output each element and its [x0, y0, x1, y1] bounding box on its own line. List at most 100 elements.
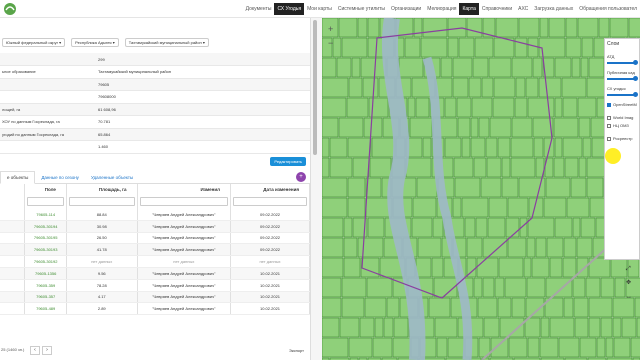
satellite-fields-map[interactable] — [322, 18, 640, 360]
layer-ncomz[interactable]: НЦ ОМЗ — [607, 123, 637, 128]
field-parcel — [572, 277, 586, 298]
opacity-slider[interactable] — [607, 92, 638, 97]
opacity-slider[interactable] — [607, 60, 638, 65]
field-parcel — [488, 197, 508, 218]
zoom-in-icon[interactable]: + — [328, 22, 333, 36]
field-parcel — [458, 37, 475, 58]
nav-agri-land[interactable]: СХ Угодья — [274, 3, 305, 15]
layer-openstreetmap[interactable]: OpenStreetM — [607, 102, 637, 107]
field-parcel — [574, 317, 589, 338]
main-nav: Документы СХ Угодья Мои карты Системные … — [243, 3, 640, 15]
field-parcel — [405, 157, 432, 178]
table-row[interactable]: 79605-30195 26.50 "Чевряев Андрей Александ… — [0, 232, 310, 245]
table-row[interactable]: 79605-359 78.28 "Чевряев Андрей Александро… — [0, 279, 310, 292]
area-filter-input[interactable] — [68, 196, 135, 206]
field-parcel — [322, 117, 339, 138]
tab-deleted-objects[interactable]: Удаленные объекты — [85, 175, 139, 183]
export-button[interactable]: Экспорт — [289, 348, 304, 353]
field-parcel — [329, 157, 353, 178]
edit-button[interactable]: Редактировать — [270, 156, 306, 166]
nav-ahs[interactable]: АХС — [515, 3, 531, 15]
map-view[interactable] — [322, 18, 640, 360]
table-row[interactable]: 79605-30193 41.78 "Чевряев Андрей Александ… — [0, 243, 310, 257]
field-parcel — [527, 97, 555, 118]
field-parcel — [535, 237, 547, 258]
field-filter-input[interactable] — [27, 196, 64, 206]
field-parcel — [473, 157, 487, 178]
filter-municipality[interactable]: Тахтамукайский муниципальный район ▾ — [124, 37, 209, 47]
add-icon[interactable]: + — [296, 171, 306, 182]
layer-cadastral[interactable]: Публичная кад — [607, 70, 638, 81]
tab-season-data[interactable]: Данные по сезону — [35, 175, 85, 183]
field-parcel — [526, 277, 546, 298]
nav-my-maps[interactable]: Мои карты — [304, 3, 335, 15]
field-parcel — [571, 57, 581, 78]
field-parcel — [409, 117, 433, 138]
layer-agri-land[interactable]: СХ угодья — [607, 86, 638, 97]
tab-objects[interactable]: е объекты — [0, 170, 36, 184]
field-parcel — [343, 237, 358, 258]
pan-icon[interactable]: ✥ — [626, 276, 632, 290]
expand-icon[interactable]: ⤢ — [626, 262, 632, 276]
scrollbar[interactable] — [313, 20, 317, 155]
filter-district[interactable]: Южный федеральный округ ▾ — [2, 37, 66, 47]
object-tabs: е объекты Данные по сезону Удаленные объ… — [0, 170, 310, 184]
zoom-out-icon[interactable]: − — [328, 36, 333, 50]
nav-user-requests[interactable]: Обращения пользовател — [576, 3, 640, 15]
table-row[interactable]: 79605-30194 30.98 "Чевряев Андрей Александ… — [0, 220, 310, 233]
checkbox[interactable] — [607, 115, 611, 120]
field-parcel — [367, 217, 385, 238]
col-area[interactable]: Площадь, га — [66, 183, 138, 196]
field-parcel — [346, 97, 369, 118]
prev-page-button[interactable]: ‹ — [30, 346, 40, 355]
field-parcel — [585, 277, 601, 298]
layers-title: Слои — [607, 41, 620, 47]
checkbox[interactable] — [607, 123, 611, 128]
field-parcel — [577, 97, 597, 118]
field-parcel — [573, 297, 589, 318]
field-parcel — [422, 137, 432, 158]
layer-world-imagery[interactable]: World Imag — [607, 115, 637, 120]
field-parcel — [510, 137, 534, 158]
col-change-date[interactable]: Дата изменения — [230, 183, 310, 196]
field-parcel — [452, 57, 473, 78]
layer-atd[interactable]: АТД — [607, 54, 638, 65]
field-parcel — [420, 37, 448, 58]
field-parcel — [468, 77, 482, 98]
field-parcel — [322, 297, 342, 318]
table-row[interactable]: 79605-357 4.17 "Чевряев Андрей Александров… — [0, 291, 310, 304]
table-row[interactable]: 79605-489 2.89 "Чевряев Андрей Александров… — [0, 302, 310, 316]
field-parcel — [322, 77, 349, 98]
table-row[interactable]: 79605-114 88.84 "Чевряев Андрей Александро… — [0, 208, 310, 221]
field-parcel — [412, 197, 437, 218]
table-row[interactable]: 79605-1356 9.56 "Чевряев Андрей Александро… — [0, 267, 310, 280]
next-page-button[interactable]: › — [42, 346, 52, 355]
nav-melioration[interactable]: Мелиорация — [424, 3, 459, 15]
table-row[interactable]: 79605-30192 нет данных нет данных нет данны… — [0, 255, 310, 268]
nav-organizations[interactable]: Организации — [388, 3, 424, 15]
nav-documents[interactable]: Документы — [243, 3, 275, 15]
date-filter-input[interactable] — [233, 196, 307, 206]
field-parcel — [477, 297, 498, 318]
nav-data-upload[interactable]: Загрузка данных — [531, 3, 576, 15]
field-parcel — [322, 277, 342, 298]
field-parcel — [563, 237, 577, 258]
nav-map[interactable]: Карта — [459, 3, 479, 15]
field-parcel — [339, 317, 360, 338]
checkbox[interactable] — [607, 136, 611, 141]
nav-system-utilities[interactable]: Системные утилиты — [335, 3, 388, 15]
col-changed-by[interactable]: Изменил — [137, 183, 232, 196]
nav-directories[interactable]: Справочники — [479, 3, 515, 15]
col-field[interactable]: Поле — [24, 183, 67, 196]
ruler-icon[interactable]: ↔ — [626, 290, 632, 304]
fields-table: Поле Площадь, га Изменил Дата изменения … — [0, 183, 310, 316]
layer-rosreestr[interactable]: Росреестр — [607, 136, 637, 141]
field-parcel — [392, 337, 411, 358]
changed-by-filter-input[interactable] — [139, 196, 229, 206]
field-parcel — [545, 177, 571, 198]
checkbox[interactable] — [607, 102, 611, 107]
field-parcel — [495, 18, 519, 38]
opacity-slider[interactable] — [607, 76, 638, 81]
filter-republic[interactable]: Республика Адыгея ▾ — [71, 37, 119, 47]
field-parcel — [533, 137, 544, 158]
